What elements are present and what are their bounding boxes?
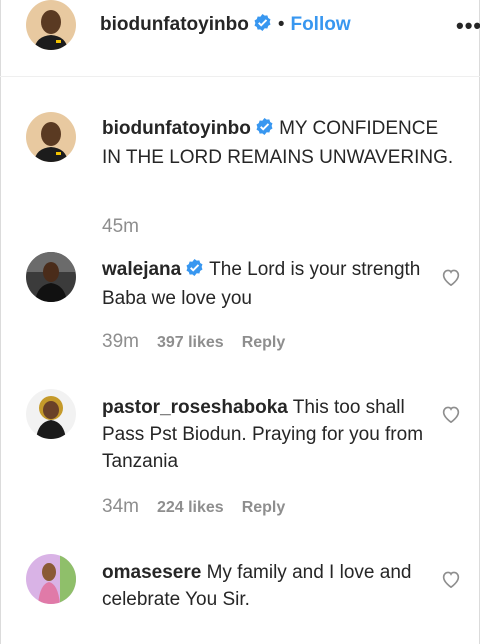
heart-icon[interactable] (441, 405, 461, 428)
reply-button[interactable]: Reply (242, 334, 286, 351)
avatar[interactable] (26, 0, 76, 50)
more-options-icon[interactable]: ••• (456, 13, 480, 39)
caption-avatar[interactable] (26, 112, 76, 162)
comment-username[interactable]: walejana (102, 259, 181, 280)
verified-badge-icon (253, 13, 272, 39)
reply-button[interactable]: Reply (242, 499, 286, 516)
header-username[interactable]: biodunfatoyinbo (100, 14, 249, 35)
comment-avatar-walejana[interactable] (26, 252, 76, 302)
header-user: biodunfatoyinbo • Follow (100, 13, 351, 39)
header-separator: • (277, 14, 285, 35)
comment-text-block: walejana The Lord is your strength Baba … (102, 256, 432, 312)
caption-username[interactable]: biodunfatoyinbo (102, 118, 251, 139)
verified-badge-icon (185, 258, 204, 285)
comment-likes[interactable]: 224 likes (157, 499, 224, 516)
frame-left-border (0, 0, 1, 644)
comment-text-block: pastor_roseshaboka This too shall Pass P… (102, 394, 432, 475)
caption-meta: 45m (102, 216, 139, 238)
comment-username[interactable]: pastor_roseshaboka (102, 397, 288, 418)
comment-timestamp[interactable]: 39m (102, 331, 139, 352)
header-divider (0, 76, 480, 77)
follow-button[interactable]: Follow (290, 14, 350, 35)
comment-meta: 39m 397 likes Reply (102, 331, 285, 353)
comment-likes[interactable]: 397 likes (157, 334, 224, 351)
comment-meta: 34m 224 likes Reply (102, 496, 285, 518)
comment-text-block: omasesere My family and I love and celeb… (102, 559, 432, 613)
heart-icon[interactable] (441, 570, 461, 593)
comment-avatar-omasesere[interactable] (26, 554, 76, 604)
comment-timestamp[interactable]: 34m (102, 496, 139, 517)
verified-badge-icon (255, 117, 274, 144)
post-header: biodunfatoyinbo • Follow ••• (0, 0, 480, 76)
heart-icon[interactable] (441, 268, 461, 291)
caption-text-block: biodunfatoyinbo MY CONFIDENCE IN THE LOR… (102, 115, 462, 171)
caption-timestamp[interactable]: 45m (102, 216, 139, 237)
comment-avatar-pastor-roseshaboka[interactable] (26, 389, 76, 439)
comment-username[interactable]: omasesere (102, 562, 201, 583)
